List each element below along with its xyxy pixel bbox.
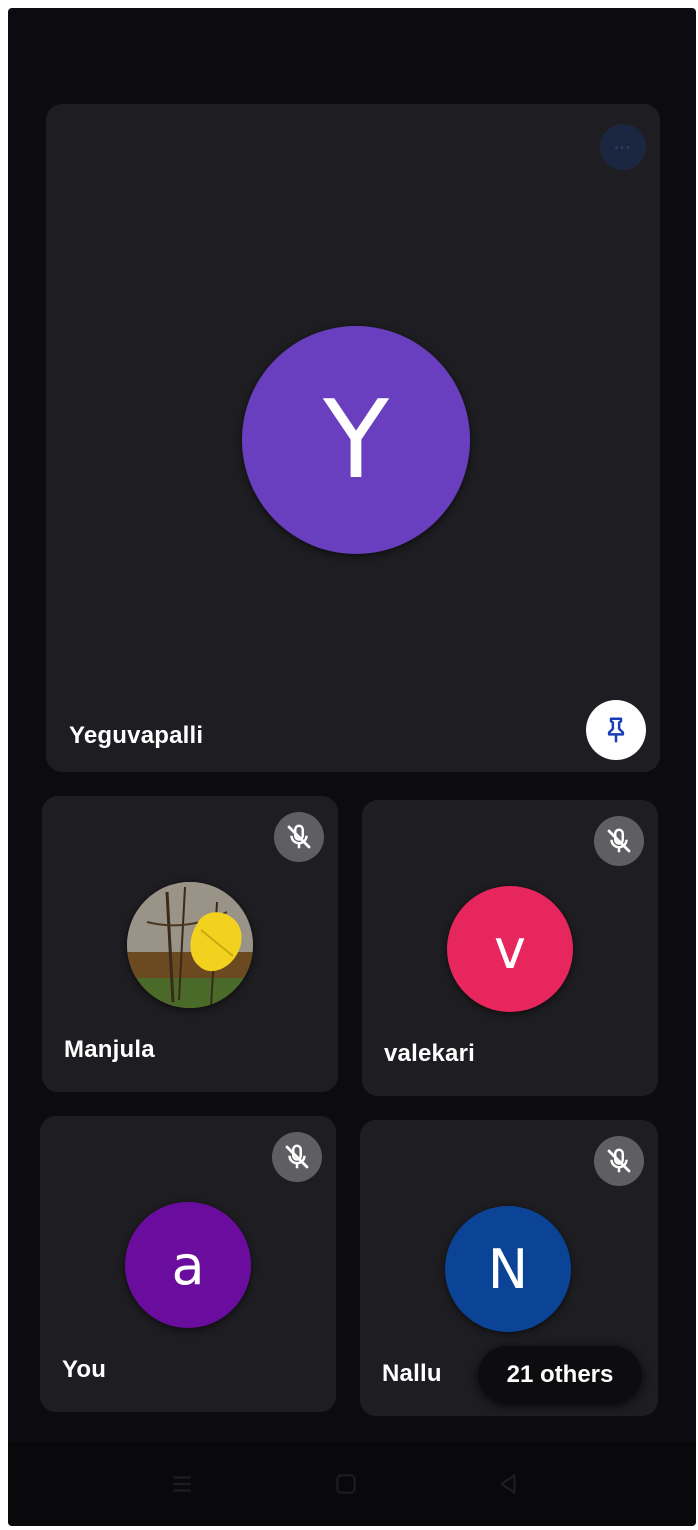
more-options-glyph: ··· — [614, 139, 632, 155]
participant-name: Manjula — [64, 1036, 155, 1063]
participant-tile-manjula[interactable]: Manjula — [42, 796, 338, 1092]
participant-tile-you[interactable]: a You — [40, 1116, 336, 1412]
menu-icon[interactable] — [162, 1464, 202, 1504]
participant-avatar: a — [125, 1202, 251, 1328]
others-count-button[interactable]: 21 others — [478, 1346, 642, 1404]
main-participant-name: Yeguvapalli — [69, 722, 204, 749]
main-participant-initial: Y — [323, 377, 389, 503]
participant-name: valekari — [384, 1040, 476, 1067]
mic-off-icon — [594, 816, 644, 866]
participant-initial: v — [494, 917, 526, 981]
participant-avatar-photo — [127, 882, 253, 1008]
yellow-leaf-photo — [127, 882, 253, 1008]
participant-avatar: v — [447, 886, 573, 1012]
mic-off-icon — [272, 1132, 322, 1182]
participant-tile-valekari[interactable]: v valekari — [362, 800, 658, 1096]
participant-initial: N — [487, 1237, 529, 1301]
participant-initial: a — [171, 1233, 205, 1297]
participant-name: Nallu — [382, 1360, 442, 1387]
meeting-screen: ··· Y Yeguvapalli Manjula v valekari a Y… — [8, 8, 696, 1526]
home-icon[interactable] — [326, 1464, 366, 1504]
participant-avatar: N — [445, 1206, 571, 1332]
pin-button[interactable] — [586, 700, 646, 760]
more-options-icon[interactable]: ··· — [600, 124, 646, 170]
others-count-label: 21 others — [506, 1361, 614, 1388]
main-participant-tile[interactable]: ··· Y Yeguvapalli — [46, 104, 660, 772]
system-nav-bar — [8, 1442, 696, 1526]
main-participant-avatar: Y — [242, 326, 470, 554]
mic-off-icon — [274, 812, 324, 862]
pin-icon — [607, 717, 625, 743]
back-icon[interactable] — [488, 1464, 528, 1504]
mic-off-icon — [594, 1136, 644, 1186]
participant-name: You — [62, 1356, 107, 1383]
